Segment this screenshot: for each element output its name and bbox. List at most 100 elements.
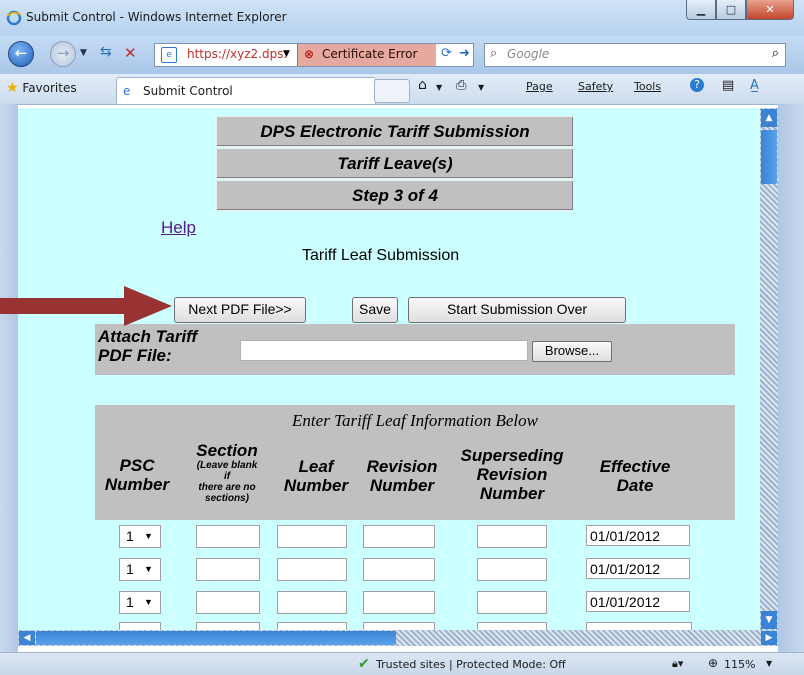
security-zone-label[interactable]: Trusted sites | Protected Mode: Off xyxy=(376,658,566,671)
translate-icon[interactable]: A̲ xyxy=(750,78,759,93)
favorites-label: Favorites xyxy=(22,81,77,95)
col-revision-line1: Revision xyxy=(366,457,438,476)
horizontal-scrollbar[interactable]: ◀ ▶ xyxy=(18,630,778,646)
effective-date-input[interactable]: 01/01/2012 xyxy=(586,525,690,546)
section-input[interactable] xyxy=(196,591,260,614)
annotation-arrow xyxy=(0,286,172,326)
favorites-button[interactable]: ★ Favorites xyxy=(6,80,77,96)
browser-tab[interactable]: e Submit Control xyxy=(116,77,376,104)
home-dropdown-icon[interactable]: ▼ xyxy=(436,83,442,92)
zoom-dropdown-icon[interactable]: ▼ xyxy=(766,659,772,668)
save-button[interactable]: Save xyxy=(352,297,398,323)
home-icon[interactable]: ⌂ xyxy=(418,77,427,93)
superseding-revision-input[interactable] xyxy=(477,622,547,630)
certificate-error-badge[interactable]: ⊗ Certificate Error xyxy=(297,44,436,66)
scroll-down-icon[interactable]: ▼ xyxy=(761,611,777,629)
vertical-scrollbar[interactable]: ▲ ▼ xyxy=(760,108,778,630)
leaf-number-input[interactable] xyxy=(277,591,347,614)
leaf-number-input[interactable] xyxy=(277,558,347,581)
col-section-note-1: (Leave blank xyxy=(196,460,258,471)
favorites-star-icon: ★ xyxy=(6,80,19,96)
help-link[interactable]: Help xyxy=(161,218,196,238)
minimize-button[interactable]: ▁ xyxy=(686,0,716,20)
revision-number-input[interactable] xyxy=(363,558,435,581)
browse-button[interactable]: Browse... xyxy=(532,341,612,362)
maximize-button[interactable]: □ xyxy=(716,0,746,20)
command-bar: ★ Favorites e Submit Control ⌂ ▼ ⎙ ▼ Pag… xyxy=(0,74,804,105)
col-leaf-number: Leaf Number xyxy=(275,457,357,495)
superseding-revision-input[interactable] xyxy=(477,558,547,581)
compatibility-view-icon[interactable]: ⇆ xyxy=(100,44,112,60)
attach-pdf-label: Attach Tariff PDF File: xyxy=(98,327,197,365)
forward-button[interactable]: → xyxy=(50,41,76,67)
col-section-note-2: if xyxy=(223,471,231,482)
effective-date-input[interactable]: 01/01/2012 xyxy=(586,591,690,612)
help-icon[interactable]: ? xyxy=(690,78,704,92)
browser-window: Submit Control - Windows Internet Explor… xyxy=(0,0,804,675)
chevron-down-icon: ▼ xyxy=(144,597,153,607)
go-icon[interactable]: ➜ xyxy=(459,46,470,61)
navigation-bar: ← → ▼ ⇆ ✕ e https://xyz2.dps. ▼ ⊗ Certif… xyxy=(0,36,804,74)
search-icon: ⌕ xyxy=(490,46,498,61)
col-revision-number: Revision Number xyxy=(357,457,447,495)
revision-number-input[interactable] xyxy=(363,622,435,630)
window-controls: ▁ □ ✕ xyxy=(686,0,794,20)
attach-pdf-panel: Attach Tariff PDF File: Browse... xyxy=(95,324,735,375)
leaf-number-input[interactable] xyxy=(277,622,347,630)
section-input[interactable] xyxy=(196,558,260,581)
effective-date-input[interactable] xyxy=(586,622,692,630)
psc-number-select[interactable]: 1 ▼ xyxy=(119,591,161,614)
address-bar[interactable]: e https://xyz2.dps. ▼ ⊗ Certificate Erro… xyxy=(154,43,474,67)
col-superseding-line2: Revision xyxy=(476,465,548,484)
scroll-up-icon[interactable]: ▲ xyxy=(761,109,777,127)
safety-menu[interactable]: Safety xyxy=(578,80,613,93)
col-section-note-3: there are no xyxy=(198,482,256,493)
protected-mode-icon[interactable]: 🔒︎▾ xyxy=(672,657,683,671)
effective-date-input[interactable]: 01/01/2012 xyxy=(586,558,690,579)
research-icon[interactable]: ▤ xyxy=(722,78,734,93)
col-superseding-revision-number: Superseding Revision Number xyxy=(447,446,577,503)
zoom-level[interactable]: 115% xyxy=(724,658,755,671)
search-box[interactable]: ⌕ Google ⌕ xyxy=(484,43,786,67)
start-submission-over-button[interactable]: Start Submission Over xyxy=(408,297,626,323)
revision-number-input[interactable] xyxy=(363,525,435,548)
status-bar: ✔ Trusted sites | Protected Mode: Off 🔒︎… xyxy=(0,652,804,675)
address-url[interactable]: https://xyz2.dps. xyxy=(187,47,287,61)
psc-number-select[interactable] xyxy=(119,622,161,630)
scroll-left-icon[interactable]: ◀ xyxy=(19,631,35,645)
address-dropdown-icon[interactable]: ▼ xyxy=(283,49,290,59)
psc-select-value: 1 xyxy=(126,561,134,577)
col-section-label: Section xyxy=(196,441,258,460)
page-menu[interactable]: Page xyxy=(526,80,553,93)
horizontal-scroll-thumb[interactable] xyxy=(36,631,396,645)
print-icon[interactable]: ⎙ xyxy=(456,78,466,93)
search-go-icon[interactable]: ⌕ xyxy=(772,46,779,61)
stop-icon[interactable]: ✕ xyxy=(124,44,137,62)
col-superseding-line3: Number xyxy=(479,484,545,503)
back-button[interactable]: ← xyxy=(8,41,34,67)
tools-menu[interactable]: Tools xyxy=(634,80,661,93)
leaf-number-input[interactable] xyxy=(277,525,347,548)
section-input[interactable] xyxy=(196,622,260,630)
refresh-icon[interactable]: ⟳ xyxy=(441,46,452,61)
vertical-scroll-thumb[interactable] xyxy=(761,130,777,184)
col-psc-line2: Number xyxy=(104,475,170,494)
revision-number-input[interactable] xyxy=(363,591,435,614)
print-dropdown-icon[interactable]: ▼ xyxy=(478,83,484,92)
leaf-entry-row: 1 ▼ 01/01/2012 xyxy=(18,525,760,549)
psc-number-select[interactable]: 1 ▼ xyxy=(119,525,161,548)
page-header-title: DPS Electronic Tariff Submission xyxy=(216,116,574,147)
close-button[interactable]: ✕ xyxy=(746,0,794,20)
psc-select-value: 1 xyxy=(126,594,134,610)
recent-pages-dropdown-icon[interactable]: ▼ xyxy=(80,48,87,58)
superseding-revision-input[interactable] xyxy=(477,591,547,614)
new-tab-button[interactable] xyxy=(374,79,410,103)
page-content: DPS Electronic Tariff Submission Tariff … xyxy=(18,108,760,630)
superseding-revision-input[interactable] xyxy=(477,525,547,548)
pdf-file-input[interactable] xyxy=(240,340,528,361)
psc-number-select[interactable]: 1 ▼ xyxy=(119,558,161,581)
col-effective-line1: Effective xyxy=(599,457,671,476)
section-input[interactable] xyxy=(196,525,260,548)
scroll-right-icon[interactable]: ▶ xyxy=(761,631,777,645)
next-pdf-file-button[interactable]: Next PDF File>> xyxy=(174,297,306,323)
